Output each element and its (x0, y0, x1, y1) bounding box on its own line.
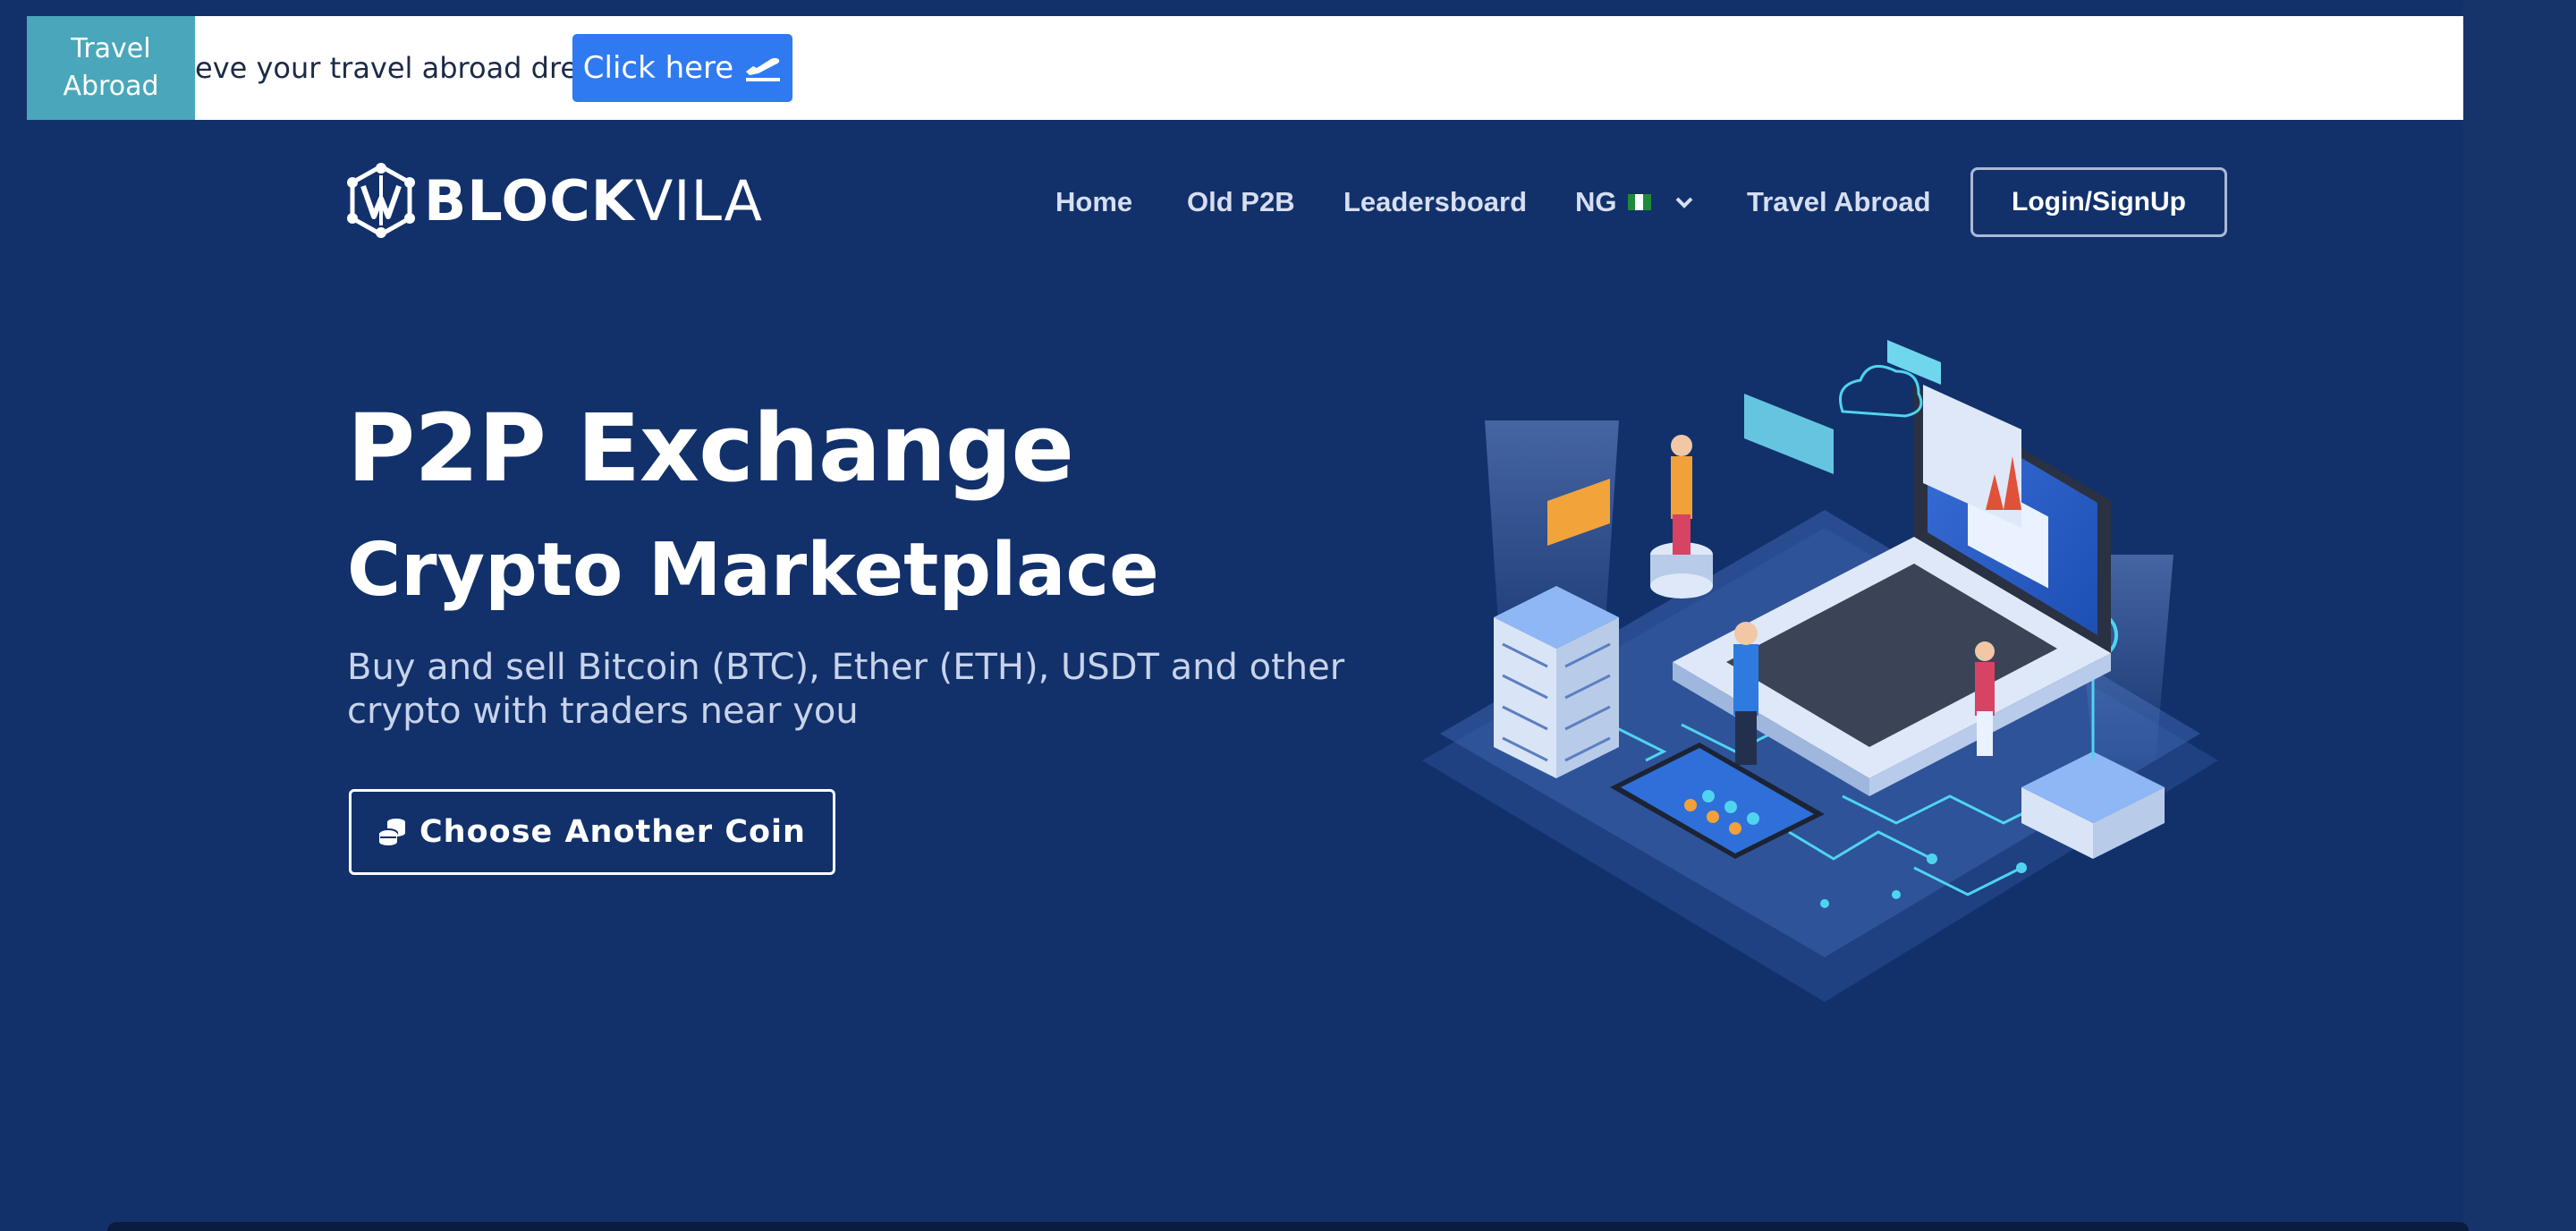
announcement-tag: Travel Abroad (27, 16, 195, 120)
choose-another-coin-button[interactable]: Choose Another Coin (349, 789, 835, 875)
login-signup-button[interactable]: Login/SignUp (1970, 167, 2227, 237)
hero-title: P2P Exchange (347, 394, 1074, 503)
nav-old-p2b[interactable]: Old P2B (1187, 183, 1295, 222)
blockvila-logo-icon (347, 163, 415, 238)
chevron-down-icon (1675, 197, 1692, 208)
click-here-button[interactable]: Click here (572, 34, 792, 102)
plane-departure-icon (746, 57, 781, 81)
brand-name: BLOCKVILA (424, 168, 763, 233)
announcement-tag-line2: Abroad (63, 71, 159, 102)
window-edge (2463, 0, 2576, 1231)
announcement-tag-line1: Travel (71, 33, 151, 64)
nav-leadersboard[interactable]: Leadersboard (1343, 183, 1527, 222)
coins-icon (378, 819, 405, 845)
country-code: NG (1575, 186, 1617, 217)
nav-country-dropdown[interactable]: NG (1575, 183, 1694, 222)
hero-description: Buy and sell Bitcoin (BTC), Ether (ETH),… (347, 647, 1345, 732)
choose-another-coin-label: Choose Another Coin (419, 814, 806, 850)
hero-subtitle: Crypto Marketplace (347, 528, 1159, 613)
brand-name-light: VILA (634, 167, 763, 233)
nav-home[interactable]: Home (1055, 183, 1132, 222)
nav-travel-abroad[interactable]: Travel Abroad (1747, 183, 1931, 222)
announcement-text: eve your travel abroad dream. (195, 51, 633, 85)
nigeria-flag-icon (1627, 194, 1651, 210)
announcement-bar: Travel Abroad eve your travel abroad dre… (27, 16, 2463, 120)
window-bottom-edge (107, 1222, 2469, 1231)
brand-logo[interactable]: BLOCKVILA (347, 163, 763, 238)
brand-name-bold: BLOCK (424, 167, 635, 233)
hero-illustration (1422, 340, 2218, 1002)
click-here-label: Click here (582, 50, 734, 86)
